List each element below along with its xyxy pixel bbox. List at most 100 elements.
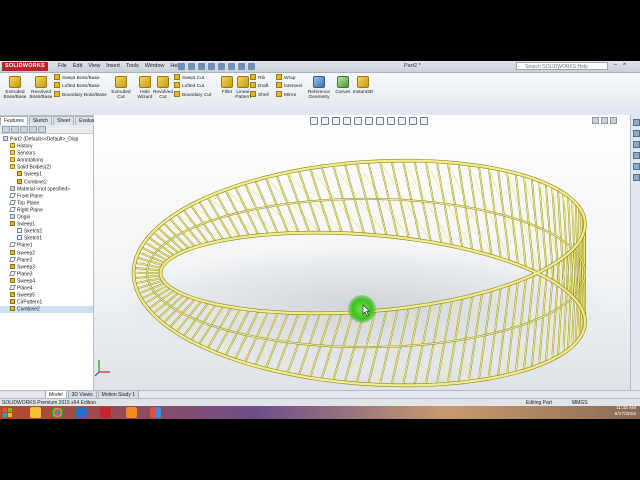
command-manager-tabs: FeaturesSketchSheet MetalEvaluate	[0, 116, 103, 133]
tree-item-label: Sensors	[17, 150, 36, 157]
solidworks-logo[interactable]: SOLIDWORKS	[2, 62, 48, 71]
new-icon[interactable]	[178, 63, 185, 70]
edit-appearance-icon[interactable]	[398, 117, 406, 125]
menu-insert[interactable]: Insert	[106, 61, 120, 72]
tab-features[interactable]: Features	[0, 116, 28, 125]
tree-item[interactable]: Sketch2	[0, 228, 93, 235]
file-explorer-taskbar-icon[interactable]	[30, 407, 41, 418]
property-manager-icon[interactable]	[11, 126, 19, 133]
feature-manager-icon[interactable]	[2, 126, 10, 133]
tree-item[interactable]: Origin	[0, 214, 93, 221]
tree-item[interactable]: Sweep1	[0, 171, 93, 178]
tree-item[interactable]: CirPattern1	[0, 299, 93, 306]
custom-properties-icon[interactable]	[632, 174, 640, 181]
rebuild-icon[interactable]	[238, 63, 245, 70]
viewport-minimize-icon[interactable]	[592, 117, 599, 124]
menu-view[interactable]: View	[88, 61, 100, 72]
tree-item[interactable]: Part2 (Default<<Default>_Disp	[0, 136, 93, 143]
view-settings-icon[interactable]	[420, 117, 428, 125]
extruded-cut-button[interactable]: Extruded Cut	[108, 76, 134, 100]
menu-window[interactable]: Window	[145, 61, 165, 72]
tree-item[interactable]: Plane1	[0, 242, 93, 249]
tree-item[interactable]: Top Plane	[0, 199, 93, 207]
tree-item[interactable]: Sweep1	[0, 221, 93, 228]
tree-item[interactable]: Front Plane	[0, 192, 93, 200]
vlc-taskbar-icon[interactable]	[126, 407, 137, 418]
intersect-button[interactable]: Intersect	[276, 82, 302, 91]
revolved-cut-button[interactable]: Revolved Cut	[150, 76, 176, 100]
tree-item[interactable]: Sweep2	[0, 249, 93, 257]
curves-icon	[337, 76, 349, 88]
tree-item-label: Sweep3	[17, 264, 36, 271]
tab-sketch[interactable]: Sketch	[28, 116, 53, 125]
appearances-icon[interactable]	[632, 163, 640, 170]
tree-item[interactable]: Plane2	[0, 256, 93, 264]
boundary-cut-button[interactable]: Boundary Cut	[174, 91, 211, 100]
tree-item[interactable]: Sensors	[0, 150, 93, 157]
configuration-manager-icon[interactable]	[20, 126, 28, 133]
menu-edit[interactable]: Edit	[73, 61, 82, 72]
tree-item[interactable]: History	[0, 143, 93, 150]
extruded-boss-base-icon	[9, 76, 21, 88]
tree-item[interactable]: Sweep3	[0, 263, 93, 271]
tree-item[interactable]: Material <not specified>	[0, 185, 93, 193]
zoom-area-icon[interactable]	[321, 117, 329, 125]
previous-view-icon[interactable]	[332, 117, 340, 125]
viewport-restore-icon[interactable]	[601, 117, 608, 124]
undo-icon[interactable]	[218, 63, 225, 70]
tree-item[interactable]: Sweep4	[0, 277, 93, 285]
options-icon[interactable]	[248, 63, 255, 70]
solidworks-taskbar-icon[interactable]	[100, 407, 111, 418]
save-icon[interactable]	[198, 63, 205, 70]
mirror-button[interactable]: Mirror	[276, 91, 297, 100]
view-palette-icon[interactable]	[632, 152, 640, 159]
view-orientation-icon[interactable]	[365, 117, 373, 125]
extruded-boss-base-button[interactable]: Extruded Boss/Base	[2, 76, 28, 100]
tree-item[interactable]: Solid Bodies(2)	[0, 164, 93, 171]
tab-sheet-metal[interactable]: Sheet Metal	[53, 116, 75, 133]
dynamic-annotation-icon[interactable]	[354, 117, 362, 125]
menu-file[interactable]: File	[58, 61, 67, 72]
open-icon[interactable]	[188, 63, 195, 70]
menu-tools[interactable]: Tools	[126, 61, 139, 72]
chrome-taskbar-icon[interactable]	[52, 407, 63, 418]
search-input[interactable]: Search SOLIDWORKS Help	[516, 62, 608, 70]
tree-item[interactable]: Combine2	[0, 178, 93, 186]
system-clock[interactable]: 11:32 AM 8/17/2015	[606, 406, 636, 418]
section-view-icon[interactable]	[343, 117, 351, 125]
tree-item[interactable]: Right Plane	[0, 206, 93, 214]
resources-icon[interactable]	[632, 119, 640, 126]
select-icon[interactable]	[228, 63, 235, 70]
minimize-icon[interactable]: –	[612, 62, 619, 69]
viewport-close-icon[interactable]	[610, 117, 617, 124]
display-manager-icon[interactable]	[38, 126, 46, 133]
close-icon[interactable]: ×	[621, 62, 628, 69]
tree-item[interactable]: Combine2	[0, 306, 93, 314]
tree-item[interactable]: Plane4	[0, 284, 93, 292]
file-explorer-icon[interactable]	[632, 141, 640, 148]
feat-icon	[10, 292, 15, 298]
hide-show-icon[interactable]	[387, 117, 395, 125]
reference-geometry-button[interactable]: Reference Geometry	[306, 76, 332, 100]
revolved-boss-base-button[interactable]: Revolved Boss/Base	[28, 76, 54, 100]
design-library-icon[interactable]	[632, 130, 640, 137]
linear-pattern-button[interactable]: Linear Pattern	[230, 76, 256, 100]
dimxpert-icon[interactable]	[29, 126, 37, 133]
boundary-boss-button[interactable]: Boundary Boss/Base	[54, 91, 107, 100]
lofted-boss-button[interactable]: Lofted Boss/Base	[54, 82, 100, 91]
feat-icon	[10, 249, 15, 255]
heads-up-view-toolbar	[310, 117, 428, 125]
tree-item[interactable]: Sweep5	[0, 292, 93, 299]
display-style-icon[interactable]	[376, 117, 384, 125]
instant3d-button[interactable]: Instant3D	[350, 76, 376, 95]
media-taskbar-icon[interactable]	[150, 407, 161, 418]
graphics-viewport[interactable]	[94, 115, 630, 390]
tree-item[interactable]: Plane3	[0, 270, 93, 278]
zoom-to-fit-icon[interactable]	[310, 117, 318, 125]
apply-scene-icon[interactable]	[409, 117, 417, 125]
app-taskbar-icon[interactable]	[76, 407, 87, 418]
print-icon[interactable]	[208, 63, 215, 70]
tree-item[interactable]: Annotations	[0, 157, 93, 164]
lofted-cut-button[interactable]: Lofted Cut	[174, 82, 204, 91]
windows-start-icon[interactable]	[2, 407, 13, 418]
